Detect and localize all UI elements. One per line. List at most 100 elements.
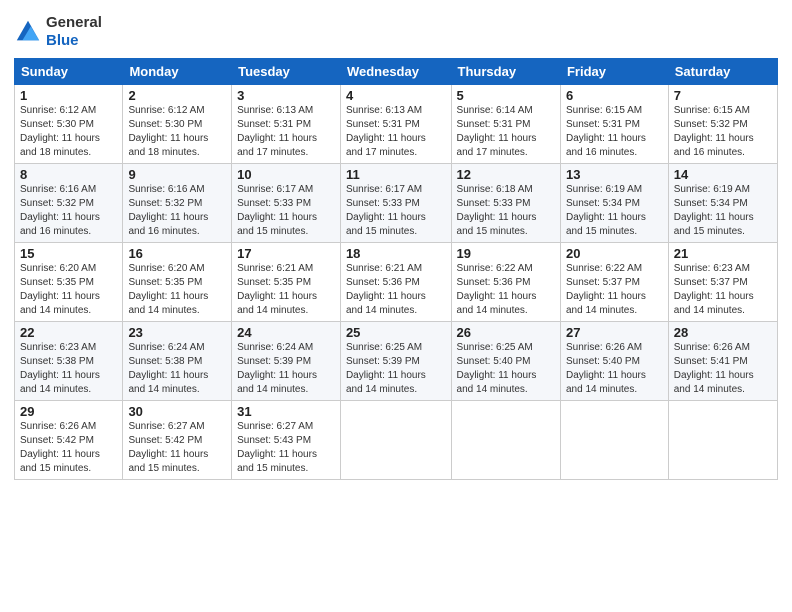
calendar-cell: 6Sunrise: 6:15 AM Sunset: 5:31 PM Daylig…: [560, 85, 668, 164]
day-number: 23: [128, 325, 226, 340]
day-info: Sunrise: 6:26 AM Sunset: 5:40 PM Dayligh…: [566, 341, 663, 397]
weekday-header: Wednesday: [340, 59, 451, 85]
calendar-cell: 21Sunrise: 6:23 AM Sunset: 5:37 PM Dayli…: [668, 243, 777, 322]
day-number: 29: [20, 404, 117, 419]
weekday-header: Sunday: [15, 59, 123, 85]
calendar-cell: 14Sunrise: 6:19 AM Sunset: 5:34 PM Dayli…: [668, 164, 777, 243]
day-info: Sunrise: 6:23 AM Sunset: 5:37 PM Dayligh…: [674, 262, 772, 318]
day-info: Sunrise: 6:16 AM Sunset: 5:32 PM Dayligh…: [20, 183, 117, 239]
day-info: Sunrise: 6:18 AM Sunset: 5:33 PM Dayligh…: [457, 183, 555, 239]
day-info: Sunrise: 6:26 AM Sunset: 5:42 PM Dayligh…: [20, 420, 117, 476]
calendar-cell: 2Sunrise: 6:12 AM Sunset: 5:30 PM Daylig…: [123, 85, 232, 164]
calendar-cell: 17Sunrise: 6:21 AM Sunset: 5:35 PM Dayli…: [232, 243, 341, 322]
day-number: 15: [20, 246, 117, 261]
day-info: Sunrise: 6:13 AM Sunset: 5:31 PM Dayligh…: [237, 104, 335, 160]
day-info: Sunrise: 6:14 AM Sunset: 5:31 PM Dayligh…: [457, 104, 555, 160]
calendar-cell: 29Sunrise: 6:26 AM Sunset: 5:42 PM Dayli…: [15, 401, 123, 480]
day-number: 9: [128, 167, 226, 182]
day-number: 6: [566, 88, 663, 103]
calendar-cell: 30Sunrise: 6:27 AM Sunset: 5:42 PM Dayli…: [123, 401, 232, 480]
calendar-week-row: 29Sunrise: 6:26 AM Sunset: 5:42 PM Dayli…: [15, 401, 778, 480]
weekday-header: Thursday: [451, 59, 560, 85]
weekday-header: Friday: [560, 59, 668, 85]
day-number: 2: [128, 88, 226, 103]
day-info: Sunrise: 6:23 AM Sunset: 5:38 PM Dayligh…: [20, 341, 117, 397]
day-number: 1: [20, 88, 117, 103]
day-number: 22: [20, 325, 117, 340]
calendar-header-row: SundayMondayTuesdayWednesdayThursdayFrid…: [15, 59, 778, 85]
calendar-cell: 19Sunrise: 6:22 AM Sunset: 5:36 PM Dayli…: [451, 243, 560, 322]
day-info: Sunrise: 6:13 AM Sunset: 5:31 PM Dayligh…: [346, 104, 446, 160]
day-number: 10: [237, 167, 335, 182]
calendar-cell: [668, 401, 777, 480]
calendar-cell: 13Sunrise: 6:19 AM Sunset: 5:34 PM Dayli…: [560, 164, 668, 243]
day-info: Sunrise: 6:17 AM Sunset: 5:33 PM Dayligh…: [237, 183, 335, 239]
day-number: 26: [457, 325, 555, 340]
calendar-cell: 31Sunrise: 6:27 AM Sunset: 5:43 PM Dayli…: [232, 401, 341, 480]
day-number: 28: [674, 325, 772, 340]
day-info: Sunrise: 6:27 AM Sunset: 5:43 PM Dayligh…: [237, 420, 335, 476]
calendar-week-row: 1Sunrise: 6:12 AM Sunset: 5:30 PM Daylig…: [15, 85, 778, 164]
calendar-cell: [340, 401, 451, 480]
logo-icon: [14, 18, 42, 46]
calendar-cell: 1Sunrise: 6:12 AM Sunset: 5:30 PM Daylig…: [15, 85, 123, 164]
day-info: Sunrise: 6:22 AM Sunset: 5:36 PM Dayligh…: [457, 262, 555, 318]
calendar-cell: 11Sunrise: 6:17 AM Sunset: 5:33 PM Dayli…: [340, 164, 451, 243]
calendar-cell: 4Sunrise: 6:13 AM Sunset: 5:31 PM Daylig…: [340, 85, 451, 164]
day-number: 4: [346, 88, 446, 103]
calendar-cell: 10Sunrise: 6:17 AM Sunset: 5:33 PM Dayli…: [232, 164, 341, 243]
day-info: Sunrise: 6:20 AM Sunset: 5:35 PM Dayligh…: [20, 262, 117, 318]
day-number: 24: [237, 325, 335, 340]
day-info: Sunrise: 6:25 AM Sunset: 5:40 PM Dayligh…: [457, 341, 555, 397]
calendar-cell: 16Sunrise: 6:20 AM Sunset: 5:35 PM Dayli…: [123, 243, 232, 322]
calendar-cell: 20Sunrise: 6:22 AM Sunset: 5:37 PM Dayli…: [560, 243, 668, 322]
day-number: 30: [128, 404, 226, 419]
day-info: Sunrise: 6:26 AM Sunset: 5:41 PM Dayligh…: [674, 341, 772, 397]
day-info: Sunrise: 6:15 AM Sunset: 5:32 PM Dayligh…: [674, 104, 772, 160]
day-info: Sunrise: 6:21 AM Sunset: 5:36 PM Dayligh…: [346, 262, 446, 318]
page: General Blue SundayMondayTuesdayWednesda…: [0, 0, 792, 612]
calendar-cell: 7Sunrise: 6:15 AM Sunset: 5:32 PM Daylig…: [668, 85, 777, 164]
calendar-cell: [451, 401, 560, 480]
day-info: Sunrise: 6:12 AM Sunset: 5:30 PM Dayligh…: [20, 104, 117, 160]
day-number: 20: [566, 246, 663, 261]
calendar-cell: 18Sunrise: 6:21 AM Sunset: 5:36 PM Dayli…: [340, 243, 451, 322]
day-number: 31: [237, 404, 335, 419]
logo-text: General Blue: [46, 14, 102, 50]
header: General Blue: [14, 10, 778, 50]
calendar-cell: 24Sunrise: 6:24 AM Sunset: 5:39 PM Dayli…: [232, 322, 341, 401]
calendar-cell: 28Sunrise: 6:26 AM Sunset: 5:41 PM Dayli…: [668, 322, 777, 401]
day-info: Sunrise: 6:15 AM Sunset: 5:31 PM Dayligh…: [566, 104, 663, 160]
weekday-header: Tuesday: [232, 59, 341, 85]
calendar-cell: 5Sunrise: 6:14 AM Sunset: 5:31 PM Daylig…: [451, 85, 560, 164]
day-number: 25: [346, 325, 446, 340]
calendar-week-row: 22Sunrise: 6:23 AM Sunset: 5:38 PM Dayli…: [15, 322, 778, 401]
day-info: Sunrise: 6:22 AM Sunset: 5:37 PM Dayligh…: [566, 262, 663, 318]
day-info: Sunrise: 6:25 AM Sunset: 5:39 PM Dayligh…: [346, 341, 446, 397]
calendar-week-row: 8Sunrise: 6:16 AM Sunset: 5:32 PM Daylig…: [15, 164, 778, 243]
day-number: 8: [20, 167, 117, 182]
calendar-cell: 23Sunrise: 6:24 AM Sunset: 5:38 PM Dayli…: [123, 322, 232, 401]
calendar-week-row: 15Sunrise: 6:20 AM Sunset: 5:35 PM Dayli…: [15, 243, 778, 322]
day-number: 27: [566, 325, 663, 340]
day-number: 12: [457, 167, 555, 182]
calendar-cell: 27Sunrise: 6:26 AM Sunset: 5:40 PM Dayli…: [560, 322, 668, 401]
day-info: Sunrise: 6:27 AM Sunset: 5:42 PM Dayligh…: [128, 420, 226, 476]
logo: General Blue: [14, 14, 102, 50]
weekday-header: Monday: [123, 59, 232, 85]
day-number: 14: [674, 167, 772, 182]
day-info: Sunrise: 6:17 AM Sunset: 5:33 PM Dayligh…: [346, 183, 446, 239]
day-number: 16: [128, 246, 226, 261]
day-number: 19: [457, 246, 555, 261]
calendar-cell: 26Sunrise: 6:25 AM Sunset: 5:40 PM Dayli…: [451, 322, 560, 401]
calendar-cell: 3Sunrise: 6:13 AM Sunset: 5:31 PM Daylig…: [232, 85, 341, 164]
day-info: Sunrise: 6:24 AM Sunset: 5:39 PM Dayligh…: [237, 341, 335, 397]
calendar-cell: 22Sunrise: 6:23 AM Sunset: 5:38 PM Dayli…: [15, 322, 123, 401]
day-info: Sunrise: 6:12 AM Sunset: 5:30 PM Dayligh…: [128, 104, 226, 160]
calendar-cell: 12Sunrise: 6:18 AM Sunset: 5:33 PM Dayli…: [451, 164, 560, 243]
day-info: Sunrise: 6:20 AM Sunset: 5:35 PM Dayligh…: [128, 262, 226, 318]
day-number: 3: [237, 88, 335, 103]
calendar-cell: [560, 401, 668, 480]
day-number: 13: [566, 167, 663, 182]
calendar-cell: 15Sunrise: 6:20 AM Sunset: 5:35 PM Dayli…: [15, 243, 123, 322]
